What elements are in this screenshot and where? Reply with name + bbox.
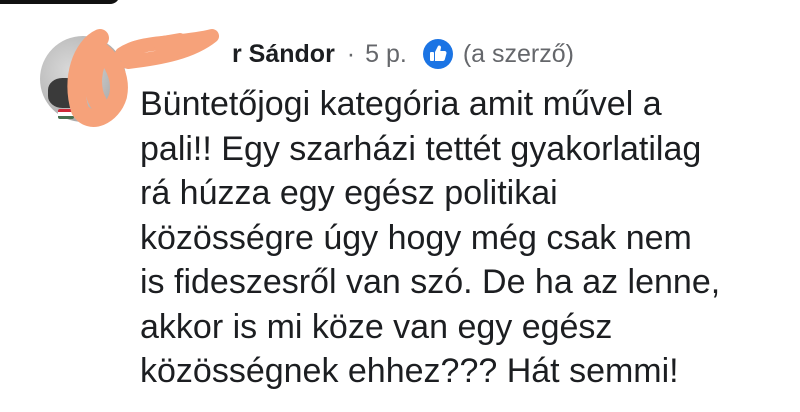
comment-time[interactable]: 5 p. <box>365 40 407 69</box>
comment-line: Büntetőjogi kategória amit művel a <box>140 85 662 123</box>
comment-line: rá húzza egy egész politikai <box>140 174 558 212</box>
comment-header: r Sándor · 5 p. (a szerző) <box>140 36 574 72</box>
author-name[interactable]: r Sándor <box>140 40 335 69</box>
comment-line: akkor is mi köze van egy egész <box>140 307 613 346</box>
author-tag: (a szerző) <box>462 39 574 68</box>
comment-line: közösségre úgy hogy még csak nem <box>140 218 692 257</box>
thumbs-up-icon <box>422 39 453 69</box>
comment-line: pali!! Egy szarházi tettét gyakorlatilag <box>140 129 702 168</box>
comment-line: közösségnek ehhez??? Hát semmi! <box>140 352 679 390</box>
comment-body: Büntetőjogi kategória amit művel a pali!… <box>140 82 780 394</box>
separator-dot: · <box>346 39 356 68</box>
comment-line: is fideszesről van szó. De ha az lenne, <box>140 263 721 301</box>
top-edge-crop <box>0 0 120 4</box>
